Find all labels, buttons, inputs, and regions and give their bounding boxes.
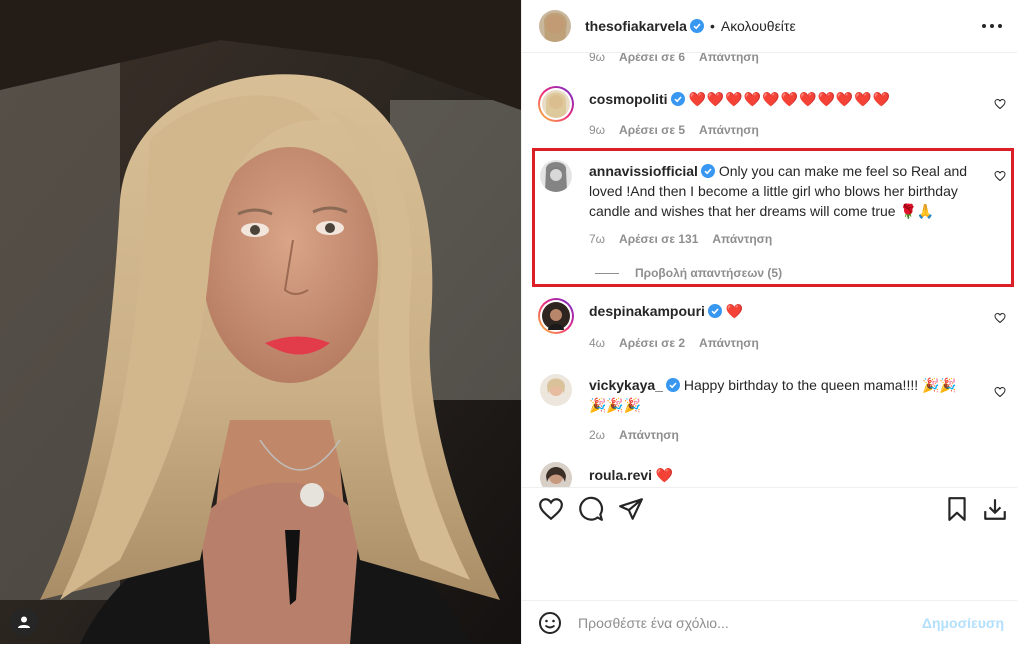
more-options-icon[interactable] xyxy=(980,14,1004,38)
verified-badge-icon xyxy=(707,304,722,318)
comment-likes[interactable]: Αρέσει σε 131 xyxy=(619,232,698,246)
comment-icon[interactable] xyxy=(578,496,604,522)
comment-item: vickykaya_ Happy birthday to the queen m… xyxy=(522,372,1017,452)
commenter-avatar[interactable] xyxy=(538,86,574,122)
comments-list[interactable]: 9ω Αρέσει σε 6 Απάντηση cosmopoliti ❤️❤️… xyxy=(522,52,1017,487)
comment-time: 2ω xyxy=(589,428,606,442)
comment-meta: 7ω Αρέσει σε 131 Απάντηση xyxy=(589,232,772,246)
comment-time: 9ω xyxy=(589,123,606,137)
comment-meta: 9ω Αρέσει σε 6 Απάντηση xyxy=(589,52,759,64)
like-comment-icon[interactable] xyxy=(994,312,1006,324)
reply-button[interactable]: Απάντηση xyxy=(699,123,759,137)
comment-likes[interactable]: Αρέσει σε 2 xyxy=(619,336,685,350)
comment-text: despinakampouri ❤️ xyxy=(589,301,974,321)
post-photo[interactable] xyxy=(0,0,521,644)
comment-item: despinakampouri ❤️ 4ω Αρέσει σε 2 Απάντη… xyxy=(522,298,1017,358)
post-comment-button[interactable]: Δημοσίευση xyxy=(922,615,1004,631)
post-header: thesofiakarvela • Ακολουθείτε xyxy=(522,0,1017,53)
comment-item: 9ω Αρέσει σε 6 Απάντηση xyxy=(522,52,1017,64)
comment-meta: 2ω Απάντηση xyxy=(589,428,679,442)
commenter-username[interactable]: annavissiofficial xyxy=(589,163,698,179)
reply-button[interactable]: Απάντηση xyxy=(619,428,679,442)
author-username[interactable]: thesofiakarvela xyxy=(585,18,687,34)
save-icon[interactable] xyxy=(944,496,970,522)
like-comment-icon[interactable] xyxy=(994,386,1006,398)
comment-body: ❤️ xyxy=(655,467,675,483)
comment-meta: 4ω Αρέσει σε 2 Απάντηση xyxy=(589,336,759,350)
comment-likes[interactable]: Αρέσει σε 5 xyxy=(619,123,685,137)
view-replies-label[interactable]: Προβολή απαντήσεων (5) xyxy=(635,266,782,280)
add-comment-bar: Προσθέστε ένα σχόλιο... Δημοσίευση xyxy=(522,600,1017,645)
portrait-image xyxy=(0,0,521,644)
replies-line xyxy=(595,272,619,274)
comment-item: roula.revi ❤️ xyxy=(522,462,1017,487)
verified-badge-icon xyxy=(689,19,704,33)
comment-text: cosmopoliti ❤️❤️❤️❤️❤️❤️❤️❤️❤️❤️❤️ xyxy=(589,89,974,109)
post-details-panel: thesofiakarvela • Ακολουθείτε 9ω Αρέσει … xyxy=(521,0,1017,644)
comment-text: annavissiofficial Only you can make me f… xyxy=(589,161,974,221)
commenter-avatar[interactable] xyxy=(538,298,574,334)
comment-likes[interactable]: Αρέσει σε 6 xyxy=(619,52,685,64)
comment-time: 4ω xyxy=(589,336,606,350)
share-icon[interactable] xyxy=(618,496,644,522)
comment-item-highlighted: annavissiofficial Only you can make me f… xyxy=(522,158,1017,282)
commenter-username[interactable]: vickykaya_ xyxy=(589,377,663,393)
follow-status[interactable]: Ακολουθείτε xyxy=(721,18,796,34)
post-actions-bar xyxy=(522,487,1017,530)
verified-badge-icon xyxy=(700,164,715,178)
comment-body: ❤️❤️❤️❤️❤️❤️❤️❤️❤️❤️❤️ xyxy=(688,91,892,107)
tagged-user-icon[interactable] xyxy=(10,608,38,636)
separator-dot: • xyxy=(709,18,715,34)
comment-time: 9ω xyxy=(589,52,606,64)
verified-badge-icon xyxy=(665,378,680,392)
verified-badge-icon xyxy=(670,92,685,106)
comment-meta: 9ω Αρέσει σε 5 Απάντηση xyxy=(589,123,759,137)
comment-time: 7ω xyxy=(589,232,606,246)
commenter-avatar[interactable] xyxy=(540,374,572,406)
commenter-username[interactable]: roula.revi xyxy=(589,467,652,483)
like-comment-icon[interactable] xyxy=(994,170,1006,182)
commenter-username[interactable]: despinakampouri xyxy=(589,303,705,319)
comment-text: roula.revi ❤️ xyxy=(589,465,974,485)
like-comment-icon[interactable] xyxy=(994,98,1006,110)
commenter-avatar[interactable] xyxy=(540,462,572,487)
comment-body: ❤️ xyxy=(725,303,745,319)
reply-button[interactable]: Απάντηση xyxy=(712,232,772,246)
commenter-username[interactable]: cosmopoliti xyxy=(589,91,668,107)
author-avatar[interactable] xyxy=(539,10,571,42)
view-replies-button[interactable]: Προβολή απαντήσεων (5) xyxy=(595,266,782,280)
commenter-avatar[interactable] xyxy=(540,160,572,192)
download-icon[interactable] xyxy=(982,496,1008,522)
comment-item: cosmopoliti ❤️❤️❤️❤️❤️❤️❤️❤️❤️❤️❤️ 9ω Αρ… xyxy=(522,86,1017,146)
comment-input[interactable]: Προσθέστε ένα σχόλιο... xyxy=(578,615,922,631)
emoji-icon[interactable] xyxy=(538,611,562,635)
reply-button[interactable]: Απάντηση xyxy=(699,52,759,64)
like-icon[interactable] xyxy=(538,496,564,522)
comment-text: vickykaya_ Happy birthday to the queen m… xyxy=(589,375,974,415)
reply-button[interactable]: Απάντηση xyxy=(699,336,759,350)
